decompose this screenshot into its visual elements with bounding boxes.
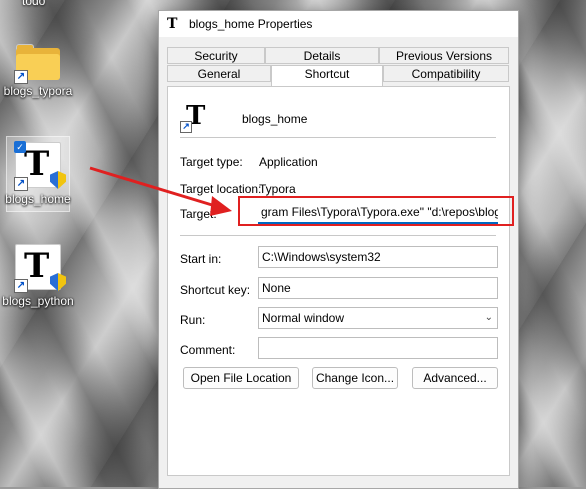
annotation-arrow-icon xyxy=(89,166,232,216)
